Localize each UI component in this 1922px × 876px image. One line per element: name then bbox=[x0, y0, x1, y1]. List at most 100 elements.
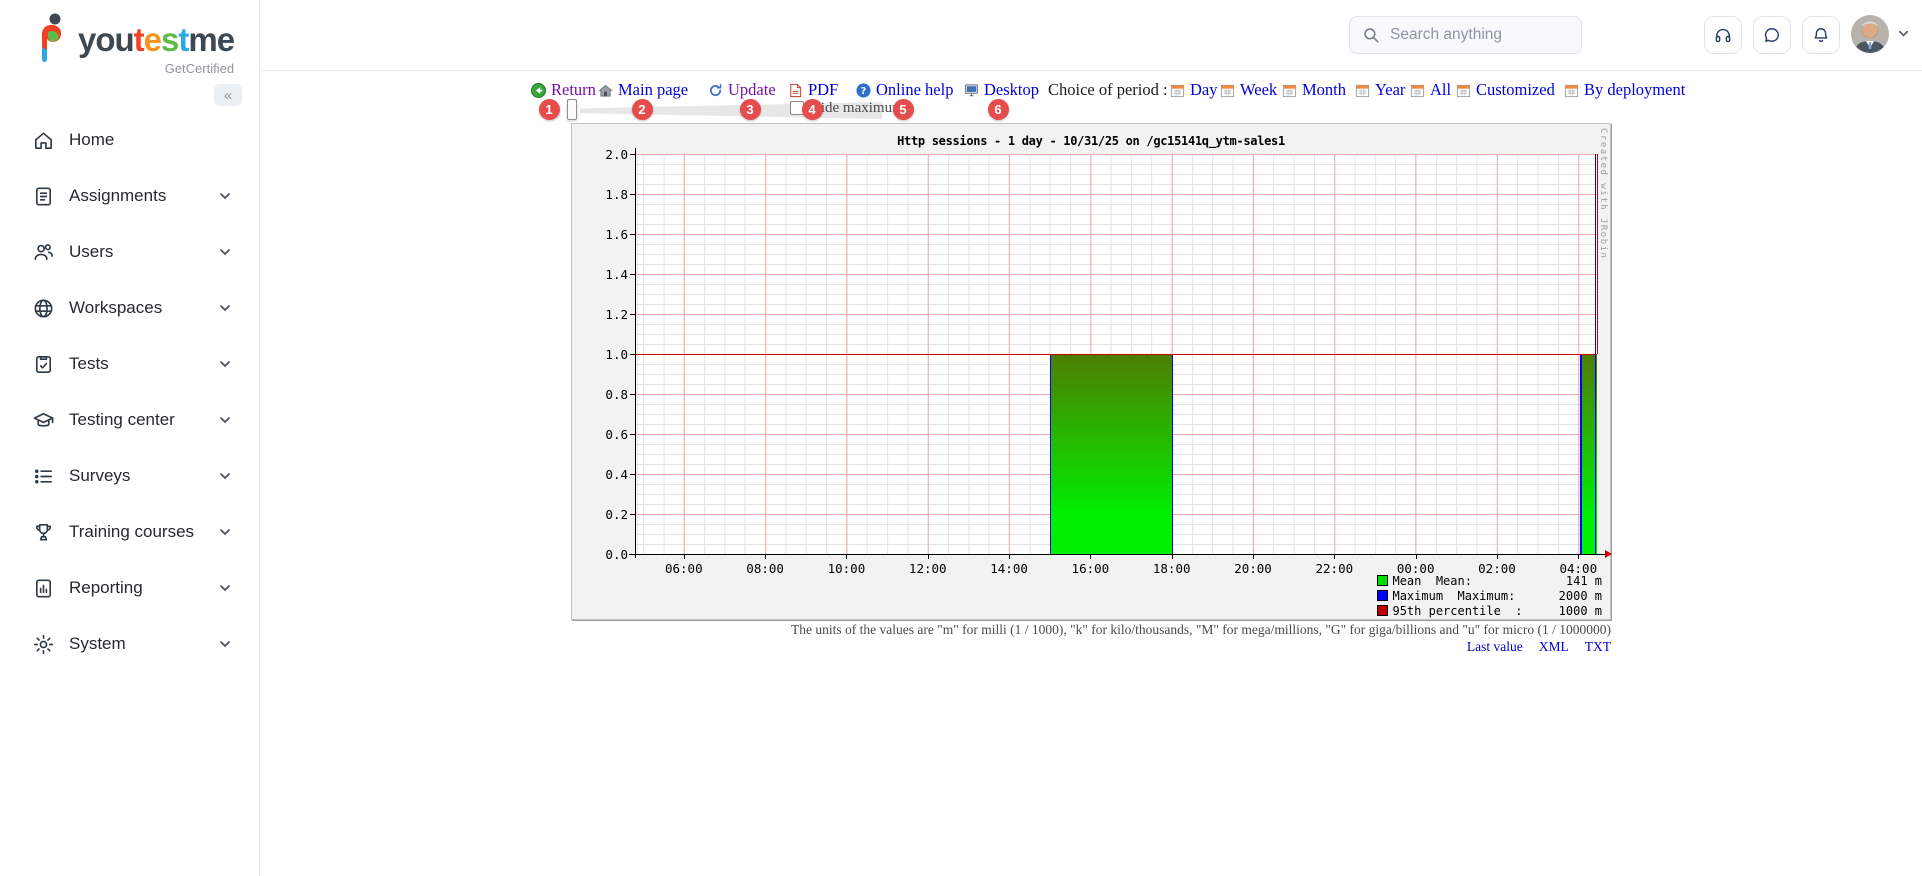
avatar-menu-chevron-icon[interactable] bbox=[1896, 26, 1911, 41]
calendar-icon bbox=[1355, 83, 1370, 98]
sidebar-item-tests[interactable]: Tests bbox=[0, 336, 259, 392]
sidebar-item-label: Users bbox=[69, 242, 217, 262]
logo-letter: you bbox=[78, 21, 134, 58]
calendar-icon bbox=[1456, 83, 1471, 98]
x-tick-label: 14:00 bbox=[990, 561, 1028, 576]
chat-icon bbox=[1762, 25, 1782, 45]
sidebar-item-label: Tests bbox=[69, 354, 217, 374]
sidebar-item-users[interactable]: Users bbox=[0, 224, 259, 280]
update-link[interactable]: Update bbox=[708, 80, 776, 100]
link-label: Main page bbox=[618, 80, 688, 100]
bell-button[interactable] bbox=[1802, 16, 1840, 54]
x-tick-label: 16:00 bbox=[1072, 561, 1110, 576]
y-tick bbox=[630, 234, 635, 235]
avatar-photo bbox=[1851, 15, 1889, 53]
period-month-link[interactable]: Month bbox=[1282, 80, 1346, 100]
x-tick bbox=[846, 554, 847, 559]
sidebar-item-assignments[interactable]: Assignments bbox=[0, 168, 259, 224]
annotation-badge-4: 4 bbox=[802, 99, 823, 120]
pdf-link[interactable]: PDF bbox=[788, 80, 838, 100]
annotation-badge-3: 3 bbox=[740, 99, 761, 120]
percentile-line bbox=[635, 354, 1597, 355]
y-tick-label: 1.2 bbox=[584, 307, 628, 322]
period-week-link[interactable]: Week bbox=[1220, 80, 1277, 100]
period-all-link[interactable]: All bbox=[1410, 80, 1451, 100]
sidebar-item-label: Training courses bbox=[69, 522, 217, 542]
zoom-slider-handle[interactable] bbox=[567, 99, 577, 120]
footer-link-txt[interactable]: TXT bbox=[1585, 639, 1611, 654]
y-tick-label: 1.0 bbox=[584, 347, 628, 362]
maximum-line bbox=[1580, 354, 1581, 554]
sidebar-item-testing-center[interactable]: Testing center bbox=[0, 392, 259, 448]
search-input[interactable] bbox=[1390, 26, 1560, 44]
rrd-graph: Http sessions - 1 day - 10/31/25 on /gc1… bbox=[571, 123, 1611, 620]
sidebar-item-label: Home bbox=[69, 130, 233, 150]
chat-button[interactable] bbox=[1753, 16, 1791, 54]
y-tick bbox=[630, 554, 635, 555]
headphones-button[interactable] bbox=[1704, 16, 1742, 54]
period-year-link[interactable]: Year bbox=[1355, 80, 1405, 100]
link-label: Return bbox=[551, 80, 596, 100]
y-tick-label: 2.0 bbox=[584, 147, 628, 162]
logo-letter: me bbox=[188, 21, 234, 58]
sidebar-item-surveys[interactable]: Surveys bbox=[0, 448, 259, 504]
y-tick bbox=[630, 394, 635, 395]
sidebar-item-reporting[interactable]: Reporting bbox=[0, 560, 259, 616]
online-help-link[interactable]: ?Online help bbox=[856, 80, 953, 100]
chevron-down-icon bbox=[217, 244, 233, 260]
desktop-icon bbox=[964, 83, 979, 98]
y-tick bbox=[630, 514, 635, 515]
x-tick-label: 06:00 bbox=[665, 561, 703, 576]
sidebar-collapse-button[interactable]: « bbox=[214, 84, 242, 106]
sidebar-item-workspaces[interactable]: Workspaces bbox=[0, 280, 259, 336]
footer-link-xml[interactable]: XML bbox=[1539, 639, 1569, 654]
avatar[interactable] bbox=[1851, 15, 1889, 53]
maximum-line bbox=[1172, 354, 1173, 554]
period-by-deployment-link[interactable]: By deployment bbox=[1564, 80, 1685, 100]
svg-text:?: ? bbox=[861, 85, 866, 96]
sidebar-item-label: Testing center bbox=[69, 410, 217, 430]
x-tick bbox=[928, 554, 929, 559]
x-tick bbox=[1578, 554, 1579, 559]
link-label: PDF bbox=[808, 80, 838, 100]
link-label: Update bbox=[728, 80, 776, 100]
global-search[interactable] bbox=[1349, 16, 1582, 54]
x-tick bbox=[684, 554, 685, 559]
return-link[interactable]: Return bbox=[531, 80, 596, 100]
legend-row: 95th percentile : 1000 m bbox=[1377, 604, 1602, 619]
x-tick bbox=[1009, 554, 1010, 559]
bell-icon bbox=[1811, 25, 1831, 45]
link-label: Customized bbox=[1476, 80, 1555, 100]
chevron-down-icon bbox=[217, 524, 233, 540]
footer-link-last-value[interactable]: Last value bbox=[1467, 639, 1523, 654]
testing-center-icon bbox=[32, 409, 55, 432]
legend-text: Maximum Maximum: 2000 m bbox=[1392, 589, 1602, 603]
y-tick-label: 0.6 bbox=[584, 427, 628, 442]
y-tick bbox=[630, 434, 635, 435]
chevron-down-icon bbox=[217, 300, 233, 316]
period-customized-link[interactable]: Customized bbox=[1456, 80, 1555, 100]
main-page-link[interactable]: Main page bbox=[598, 80, 688, 100]
desktop-link[interactable]: Desktop bbox=[964, 80, 1039, 100]
y-tick-label: 0.4 bbox=[584, 467, 628, 482]
headphones-icon bbox=[1713, 25, 1733, 45]
annotation-badge-2: 2 bbox=[632, 99, 653, 120]
return-icon bbox=[531, 83, 546, 98]
sidebar-item-training-courses[interactable]: Training courses bbox=[0, 504, 259, 560]
calendar-icon bbox=[1282, 83, 1297, 98]
legend-text: 95th percentile : 1000 m bbox=[1392, 604, 1602, 618]
annotation-badge-6: 6 bbox=[988, 99, 1009, 120]
period-day-link[interactable]: Day bbox=[1170, 80, 1218, 100]
link-label: Week bbox=[1240, 80, 1277, 100]
mean-area-segment bbox=[1050, 354, 1172, 554]
app-logo[interactable]: youtestme GetCertified bbox=[34, 12, 234, 76]
x-tick-label: 18:00 bbox=[1153, 561, 1191, 576]
x-tick-label: 02:00 bbox=[1478, 561, 1516, 576]
annotation-badge-1: 1 bbox=[539, 99, 560, 120]
x-axis-arrow bbox=[1605, 550, 1612, 558]
sidebar-item-home[interactable]: Home bbox=[0, 112, 259, 168]
y-tick-label: 0.2 bbox=[584, 507, 628, 522]
chart-watermark: Created with JRobin bbox=[1598, 128, 1608, 259]
x-tick-label: 20:00 bbox=[1234, 561, 1272, 576]
y-tick-label: 1.4 bbox=[584, 267, 628, 282]
